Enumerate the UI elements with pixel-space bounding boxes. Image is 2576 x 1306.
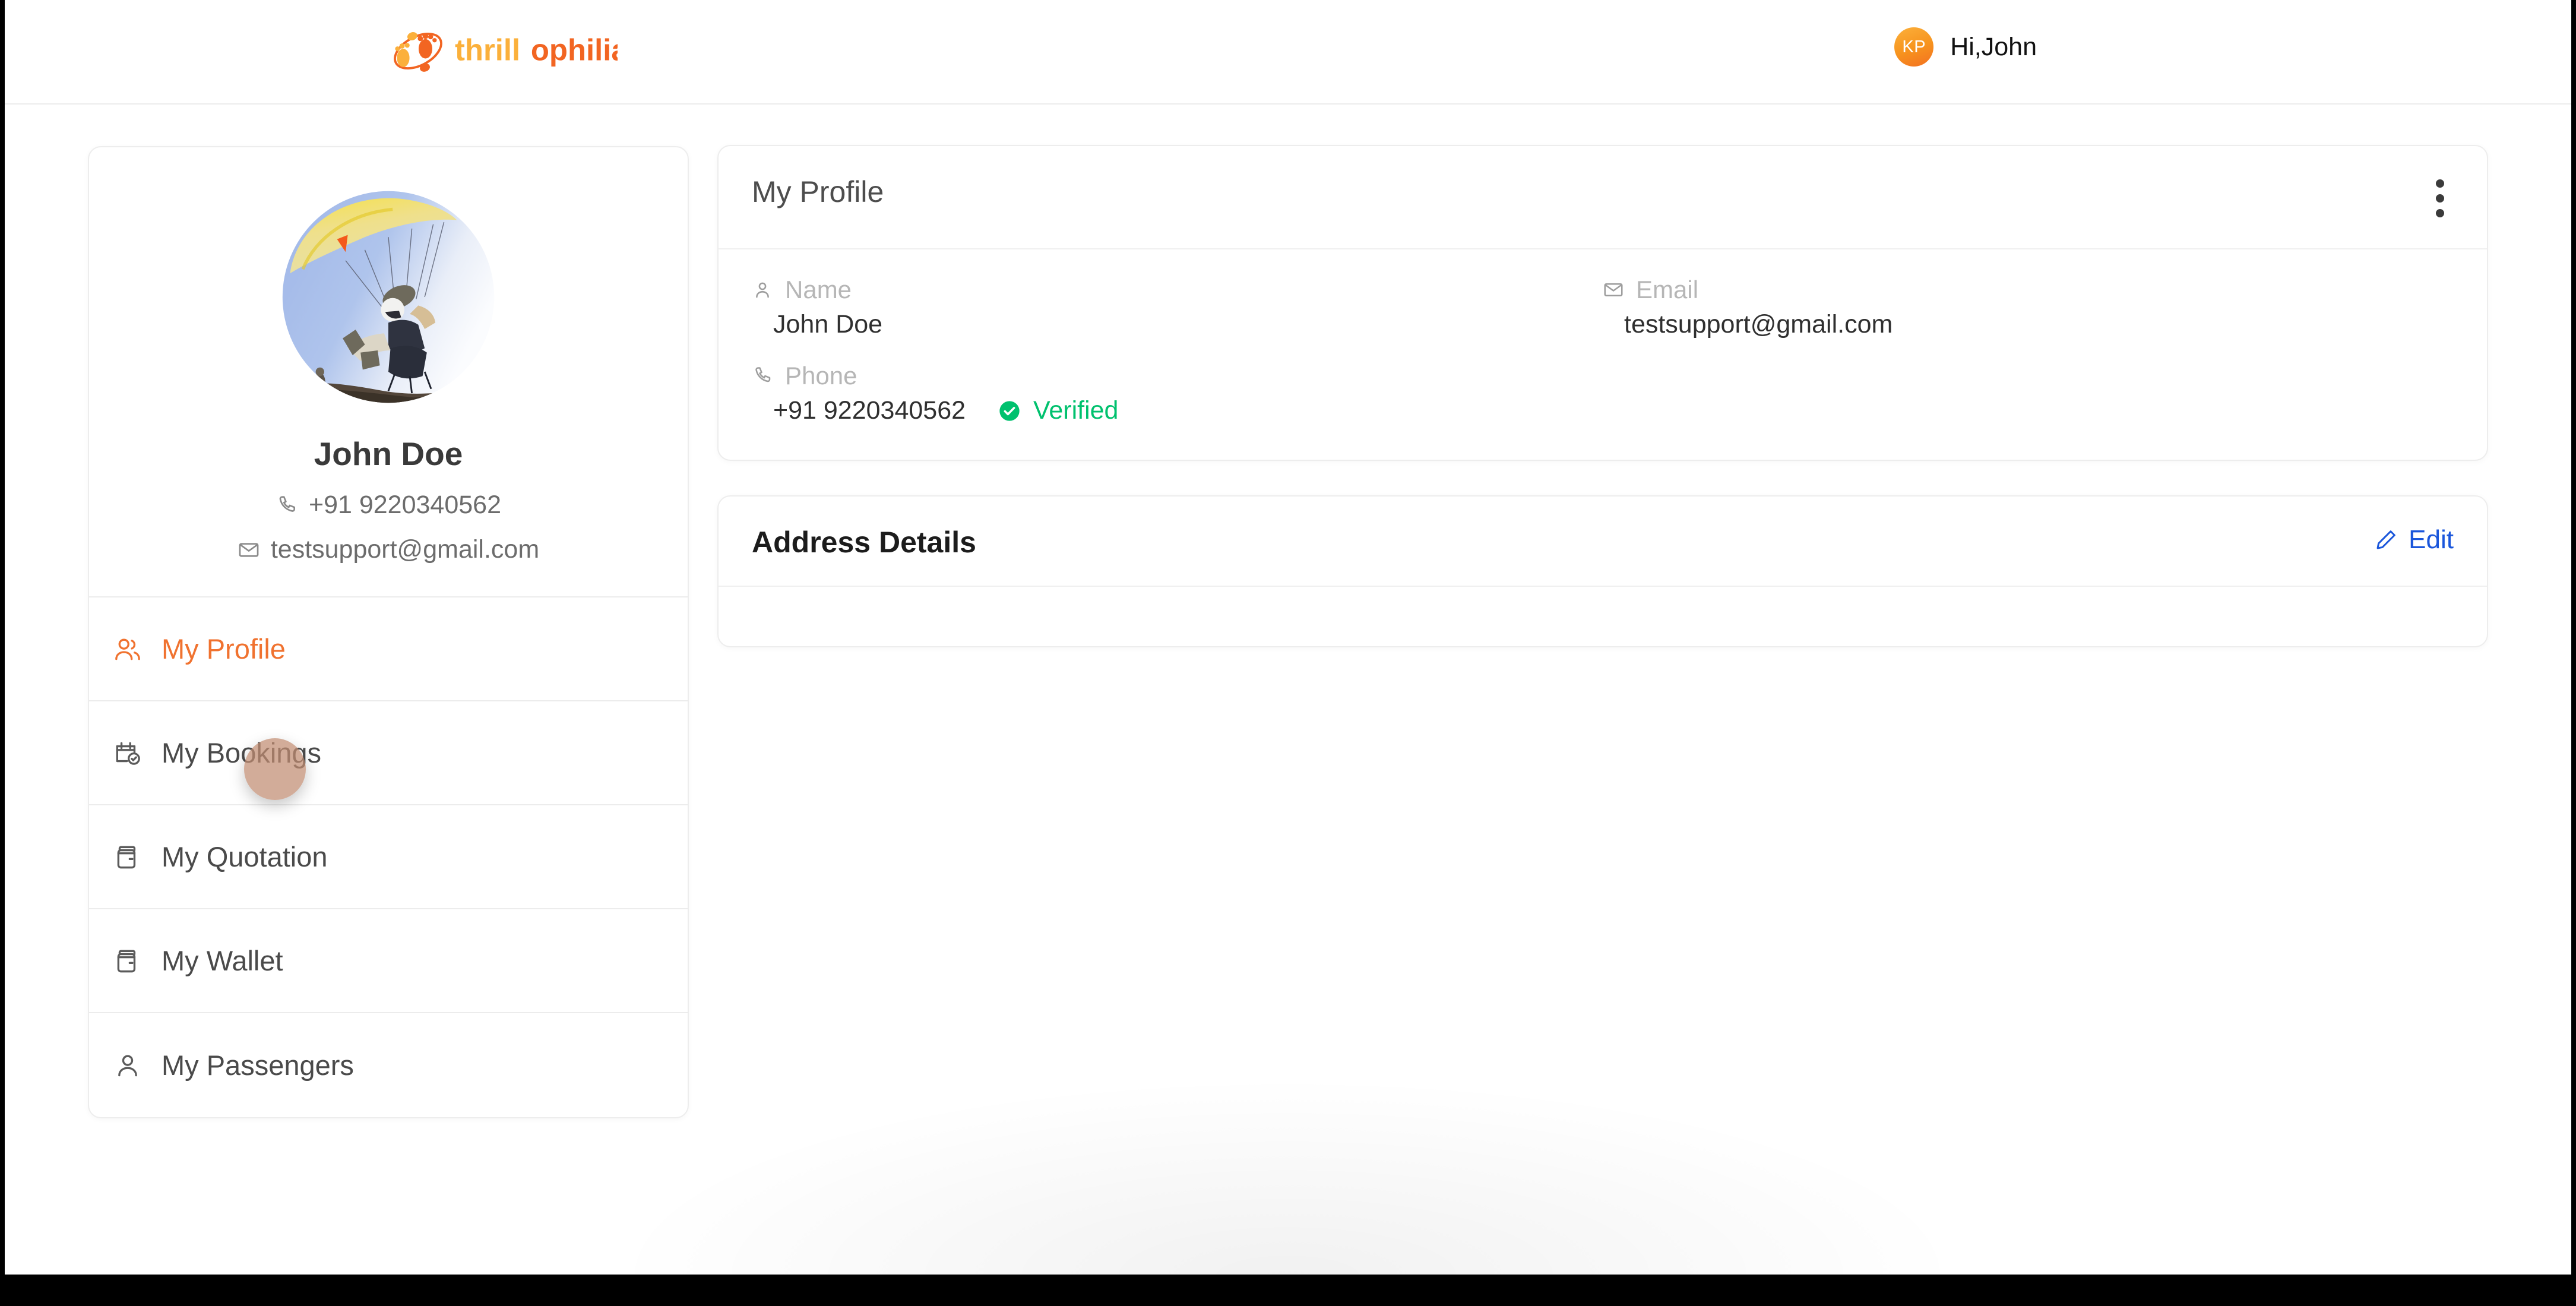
sidebar-item-my-quotation[interactable]: My Quotation	[89, 805, 688, 909]
status-badge: Verified	[998, 396, 1118, 425]
calendar-check-icon	[116, 742, 140, 765]
edit-label: Edit	[2409, 525, 2454, 554]
field-label-text: Name	[785, 276, 852, 303]
profile-avatar-image[interactable]	[281, 190, 495, 404]
sidebar-user-phone: +91 9220340562	[113, 491, 664, 520]
field-value-text: John Doe	[752, 310, 1603, 339]
address-title: Address Details	[752, 526, 976, 559]
phone-icon	[755, 367, 771, 382]
logo-text-part1: thrill	[455, 33, 520, 67]
footprints-orbit-icon	[394, 32, 442, 72]
field-phone: Phone +91 9220340562 Verified	[752, 362, 1603, 425]
phone-value: +91 9220340562	[773, 396, 966, 425]
browser-frame: thrill ophilia KP Hi,John	[0, 0, 2576, 1306]
sidebar: John Doe +91 9220340562 testsupport@gmai…	[88, 146, 689, 1118]
address-details-card: Address Details Edit	[717, 495, 2488, 647]
verified-label: Verified	[1033, 396, 1119, 425]
sidebar-item-label: My Passengers	[162, 1049, 354, 1081]
address-card-body	[719, 587, 2487, 646]
mail-icon	[239, 542, 259, 557]
page-viewport: thrill ophilia KP Hi,John	[5, 0, 2571, 1275]
thrillophilia-wordmark: thrill ophilia	[455, 33, 618, 67]
field-label-row: Name	[752, 276, 1603, 304]
field-email: Email testsupport@gmail.com	[1603, 276, 2454, 339]
kebab-menu-icon[interactable]	[2426, 175, 2454, 222]
sidebar-item-my-passengers[interactable]: My Passengers	[89, 1013, 688, 1117]
user-icon	[756, 282, 769, 298]
check-circle-icon	[999, 400, 1020, 421]
sidebar-item-my-profile[interactable]: My Profile	[89, 597, 688, 701]
field-value-text: +91 9220340562 Verified	[752, 396, 1603, 425]
edit-address-button[interactable]: Edit	[2374, 525, 2454, 555]
sidebar-item-label: My Profile	[162, 633, 286, 665]
pencil-icon	[2376, 530, 2396, 549]
sidebar-phone-text: +91 9220340562	[308, 491, 502, 519]
sidebar-email-text: testsupport@gmail.com	[270, 535, 540, 564]
field-label-row: Phone	[752, 362, 1603, 390]
field-value-text: testsupport@gmail.com	[1603, 310, 2454, 339]
email-value: testsupport@gmail.com	[1624, 310, 1893, 339]
thrillophilia-logo[interactable]: thrill ophilia	[390, 23, 618, 80]
sidebar-item-label: My Bookings	[162, 737, 322, 769]
sidebar-user-email: testsupport@gmail.com	[113, 535, 664, 564]
user-menu[interactable]: KP Hi,John	[1894, 27, 2037, 67]
address-card-header: Address Details Edit	[719, 497, 2487, 587]
browser-bottom-bar	[0, 1275, 2576, 1306]
wallet-icon	[117, 950, 136, 972]
sidebar-user-name: John Doe	[314, 435, 463, 472]
profile-card-header: My Profile	[719, 146, 2487, 249]
page-bottom-glow	[622, 1081, 1952, 1275]
my-profile-card: My Profile Name John Doe Email testsuppo…	[717, 145, 2488, 461]
profile-fields: Name John Doe Email testsupport@gmail.co…	[719, 249, 2487, 460]
phone-icon	[279, 495, 295, 512]
user-greeting: Hi,John	[1950, 32, 2037, 61]
sidebar-profile-summary: John Doe +91 9220340562 testsupport@gmai…	[89, 147, 688, 597]
wallet-icon	[117, 846, 136, 868]
sidebar-item-label: My Quotation	[162, 841, 328, 872]
avatar: KP	[1894, 27, 1934, 67]
field-name: Name John Doe	[752, 276, 1603, 339]
users-icon	[115, 638, 140, 660]
main-content: My Profile Name John Doe Email testsuppo…	[717, 145, 2488, 647]
field-label-text: Phone	[785, 362, 857, 390]
sidebar-item-my-wallet[interactable]: My Wallet	[89, 909, 688, 1013]
field-label-row: Email	[1603, 276, 2454, 304]
name-value: John Doe	[773, 310, 883, 339]
mail-icon	[1604, 283, 1623, 297]
logo-text-part2: ophilia	[531, 33, 618, 67]
user-icon	[118, 1055, 137, 1076]
sidebar-item-label: My Wallet	[162, 945, 283, 976]
field-label-text: Email	[1636, 276, 1699, 303]
site-header: thrill ophilia KP Hi,John	[5, 0, 2571, 105]
page-title: My Profile	[752, 175, 884, 208]
sidebar-item-my-bookings[interactable]: My Bookings	[89, 701, 688, 805]
